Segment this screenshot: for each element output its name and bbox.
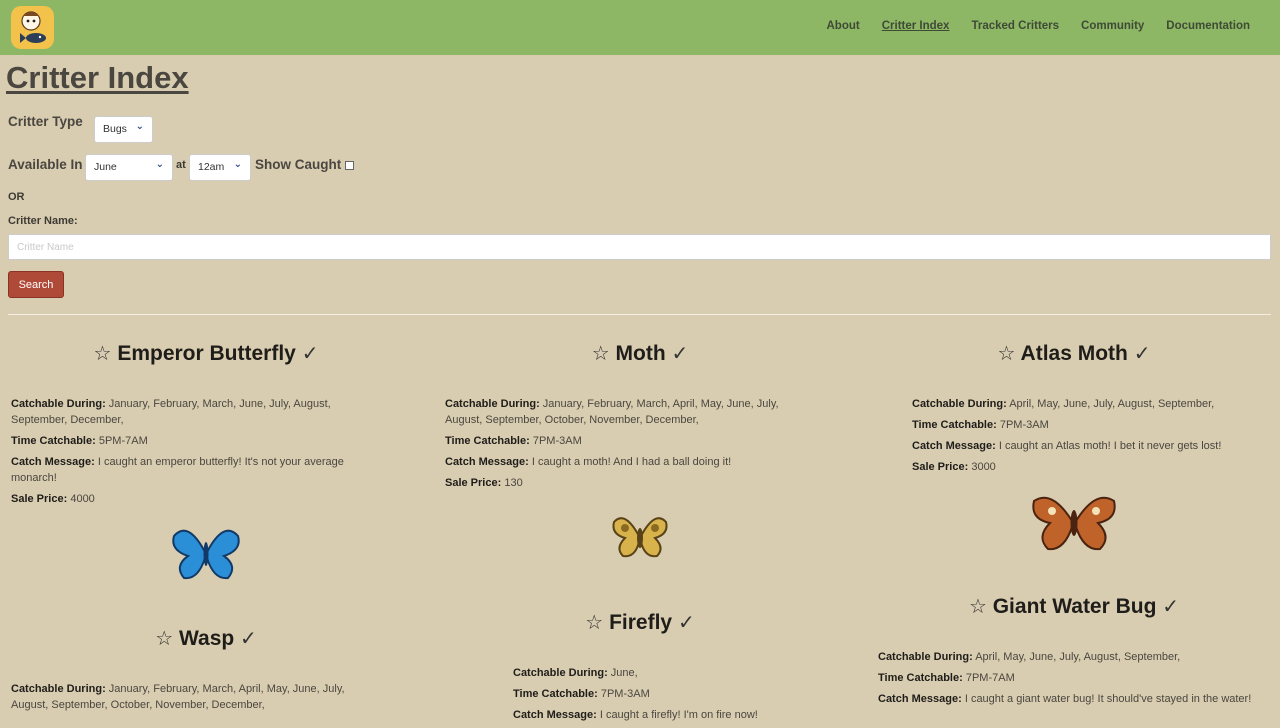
- critter-info: Catchable During: January, February, Mar…: [445, 398, 779, 489]
- site-logo[interactable]: [11, 6, 54, 49]
- main-nav: About Critter Index Tracked Critters Com…: [827, 20, 1251, 32]
- show-caught-checkbox[interactable]: [345, 161, 354, 170]
- critter-type-label: Critter Type: [8, 114, 83, 129]
- critter-name: Firefly: [609, 611, 673, 634]
- chevron-down-icon: ⌄: [233, 159, 242, 170]
- divider: [8, 314, 1271, 315]
- at-label: at: [176, 159, 186, 171]
- critter-title: ☆ Moth ✓: [434, 341, 846, 366]
- critter-title: ☆ Giant Water Bug ✓: [868, 594, 1280, 619]
- catch-message: I caught a firefly! I'm on fire now!: [599, 709, 758, 721]
- nav-about[interactable]: About: [827, 20, 860, 32]
- checkmark-icon[interactable]: ✓: [240, 628, 257, 650]
- checkmark-icon[interactable]: ✓: [678, 612, 695, 634]
- critter-title: ☆ Atlas Moth ✓: [868, 341, 1280, 366]
- sale-price: 3000: [971, 461, 996, 473]
- checkmark-icon[interactable]: ✓: [672, 343, 689, 365]
- sale-price: 4000: [70, 493, 95, 505]
- nav-documentation[interactable]: Documentation: [1166, 20, 1250, 32]
- available-in-label: Available In: [8, 157, 83, 172]
- moth-image: [611, 514, 669, 565]
- checkmark-icon[interactable]: ✓: [1134, 343, 1151, 365]
- critter-info: Catchable During: June, Time Catchable: …: [513, 667, 758, 721]
- catch-time: 7PM-3AM: [600, 688, 650, 700]
- critter-name: Giant Water Bug: [992, 595, 1157, 618]
- page-title: Critter Index: [6, 60, 189, 95]
- search-button[interactable]: Search: [8, 271, 64, 298]
- catchable-months: April, May, June, July, August, Septembe…: [1009, 398, 1215, 410]
- critter-name-input[interactable]: [8, 234, 1271, 260]
- checkmark-icon[interactable]: ✓: [302, 343, 319, 365]
- time-value: 12am: [198, 161, 225, 173]
- catch-message: I caught a moth! And I had a ball doing …: [531, 456, 732, 468]
- top-navbar: About Critter Index Tracked Critters Com…: [0, 0, 1280, 55]
- show-caught-label: Show Caught: [255, 157, 342, 172]
- month-select[interactable]: June ⌄: [85, 154, 173, 181]
- atlas-moth-image: [1030, 493, 1118, 558]
- critter-title: ☆ Firefly ✓: [434, 610, 846, 635]
- critter-info: Catchable During: April, May, June, July…: [878, 651, 1252, 705]
- star-outline-icon[interactable]: ☆: [94, 343, 112, 365]
- critter-name: Atlas Moth: [1020, 342, 1128, 365]
- catch-time: 7PM-3AM: [999, 419, 1049, 431]
- critter-info: Catchable During: April, May, June, July…: [912, 398, 1222, 473]
- star-outline-icon[interactable]: ☆: [969, 596, 987, 618]
- critter-info: Catchable During: January, February, Mar…: [11, 683, 345, 711]
- catch-time: 7PM-3AM: [532, 435, 582, 447]
- star-outline-icon[interactable]: ☆: [998, 343, 1016, 365]
- critter-name: Moth: [615, 342, 666, 365]
- critter-type-value: Bugs: [103, 123, 127, 135]
- nav-community[interactable]: Community: [1081, 20, 1144, 32]
- critter-title: ☆ Wasp ✓: [0, 626, 412, 651]
- catchable-months: June,: [610, 667, 638, 679]
- star-outline-icon[interactable]: ☆: [592, 343, 610, 365]
- time-select[interactable]: 12am ⌄: [189, 154, 251, 181]
- chevron-down-icon: ⌄: [135, 121, 144, 132]
- critter-type-select[interactable]: Bugs ⌄: [94, 116, 153, 143]
- catch-message: I caught a giant water bug! It should've…: [964, 693, 1252, 705]
- catch-time: 7PM-7AM: [965, 672, 1015, 684]
- catchable-months: April, May, June, July, August, Septembe…: [975, 651, 1181, 663]
- checkmark-icon[interactable]: ✓: [1162, 596, 1179, 618]
- sale-price: 130: [504, 477, 523, 489]
- star-outline-icon[interactable]: ☆: [585, 612, 603, 634]
- critter-name: Wasp: [178, 627, 235, 650]
- chevron-down-icon: ⌄: [155, 159, 164, 170]
- critter-name: Emperor Butterfly: [117, 342, 296, 365]
- nav-tracked-critters[interactable]: Tracked Critters: [971, 20, 1059, 32]
- star-outline-icon[interactable]: ☆: [155, 628, 173, 650]
- butterfly-image: [170, 526, 242, 586]
- catch-time: 5PM-7AM: [98, 435, 148, 447]
- critter-name-label: Critter Name:: [8, 215, 78, 227]
- nav-critter-index[interactable]: Critter Index: [882, 20, 950, 32]
- critter-title: ☆ Emperor Butterfly ✓: [0, 341, 412, 366]
- critter-info: Catchable During: January, February, Mar…: [11, 398, 344, 505]
- catch-message: I caught an Atlas moth! I bet it never g…: [998, 440, 1222, 452]
- or-label: OR: [8, 191, 25, 203]
- month-value: June: [94, 161, 117, 173]
